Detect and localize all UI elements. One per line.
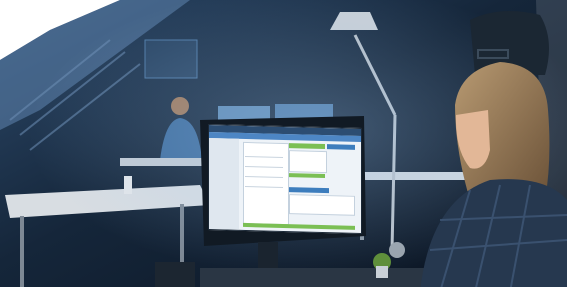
desk-tray bbox=[155, 262, 195, 288]
screen-green-footer bbox=[243, 222, 355, 230]
screen-green-header bbox=[289, 143, 325, 150]
office-photo bbox=[0, 0, 567, 292]
screen-blue-header bbox=[327, 144, 355, 150]
screen-sidebar bbox=[209, 138, 239, 230]
screen-bottom-panel bbox=[289, 194, 355, 216]
screen-left-panel bbox=[243, 141, 289, 226]
monitor-screen bbox=[208, 123, 362, 235]
screen-form-panel bbox=[289, 150, 327, 174]
